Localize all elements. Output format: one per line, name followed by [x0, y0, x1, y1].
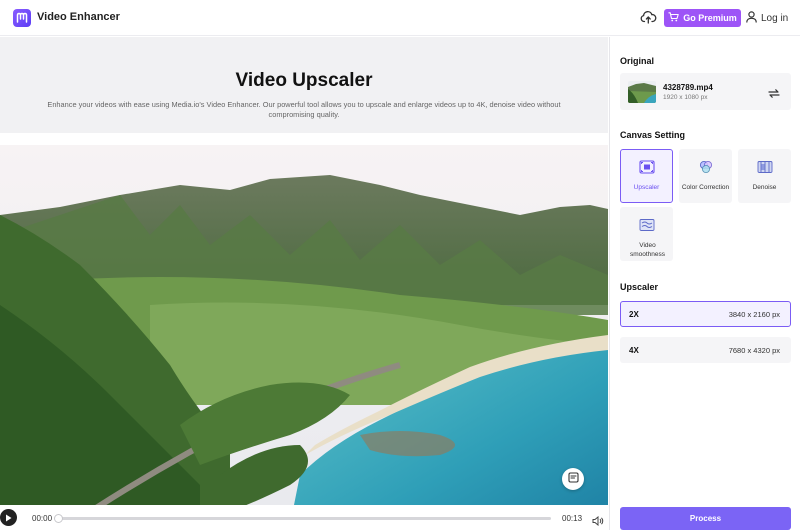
settings-panel: Original 4328789.mp4 1920 x 1080 px Canv… [609, 37, 800, 530]
main-area: Video Upscaler Enhance your videos with … [0, 37, 608, 530]
option-4x-label: 4X [629, 346, 639, 355]
page-description: Enhance your videos with ease using Medi… [47, 100, 561, 119]
file-name: 4328789.mp4 [663, 83, 713, 92]
login-label: Log in [761, 13, 789, 24]
cloud-upload-icon[interactable] [640, 10, 657, 29]
tool-denoise-label: Denoise [752, 184, 777, 191]
upscale-option-2x[interactable]: 2X 3840 x 2160 px [620, 301, 791, 327]
tool-video-smoothness[interactable]: Video smoothness [620, 207, 673, 261]
option-2x-size: 3840 x 2160 px [728, 310, 780, 319]
tool-upscaler-label: Upscaler [633, 184, 660, 191]
smoothness-icon [639, 218, 655, 237]
replace-file-icon[interactable] [768, 86, 780, 104]
option-2x-label: 2X [629, 310, 639, 319]
go-premium-button[interactable]: Go Premium [664, 9, 741, 27]
upscale-icon [639, 160, 655, 179]
file-resolution: 1920 x 1080 px [663, 94, 708, 101]
divider [0, 133, 608, 145]
app-title[interactable]: Video Enhancer [37, 11, 120, 23]
process-button[interactable]: Process [620, 507, 791, 530]
original-heading: Original [620, 56, 655, 66]
tool-upscaler[interactable]: Upscaler [620, 149, 673, 203]
current-time: 00:00 [32, 514, 53, 523]
page-title: Video Upscaler [235, 70, 373, 91]
play-button[interactable] [0, 509, 17, 526]
total-time: 00:13 [562, 514, 583, 523]
tool-color-correction[interactable]: Color Correction [679, 149, 732, 203]
canvas-setting-heading: Canvas Setting [620, 130, 686, 140]
media-io-logo-icon[interactable] [13, 9, 31, 27]
upscaler-heading: Upscaler [620, 282, 659, 292]
upscale-option-4x[interactable]: 4X 7680 x 4320 px [620, 337, 791, 363]
user-icon [746, 11, 757, 26]
volume-icon[interactable] [592, 513, 604, 530]
color-correction-icon [698, 160, 714, 179]
option-4x-size: 7680 x 4320 px [728, 346, 780, 355]
video-controls: 00:00 00:13 [0, 505, 608, 530]
top-bar: Video Enhancer Go Premium Log in [0, 0, 800, 36]
timeline-track[interactable] [57, 517, 551, 520]
go-premium-label: Go Premium [683, 13, 737, 23]
denoise-icon [757, 160, 773, 179]
play-icon [5, 509, 12, 527]
login-link[interactable]: Log in [746, 11, 788, 26]
video-thumbnail [628, 81, 656, 103]
cart-icon [668, 12, 679, 24]
video-preview[interactable] [0, 145, 608, 525]
notes-icon [567, 470, 579, 488]
intro-section: Video Upscaler Enhance your videos with … [0, 37, 608, 133]
notes-button[interactable] [562, 468, 584, 490]
timeline-scrubber[interactable] [54, 514, 63, 523]
tool-video-smoothness-label: Video smoothness [629, 242, 666, 258]
tool-color-correction-label: Color Correction [681, 184, 730, 191]
original-file-card: 4328789.mp4 1920 x 1080 px [620, 73, 791, 110]
tool-denoise[interactable]: Denoise [738, 149, 791, 203]
